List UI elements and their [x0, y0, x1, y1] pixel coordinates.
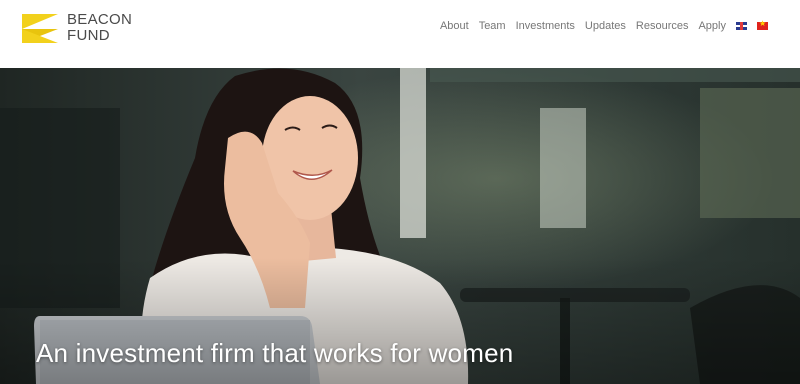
hero-banner: An investment firm that works for women	[0, 68, 800, 384]
nav-resources[interactable]: Resources	[636, 20, 689, 32]
beacon-logo-icon	[22, 14, 58, 43]
logo-wordmark: BEACON FUND	[67, 12, 132, 44]
nav-investments[interactable]: Investments	[516, 20, 575, 32]
main-nav: About Team Investments Updates Resources…	[430, 19, 768, 32]
nav-updates[interactable]: Updates	[585, 20, 626, 32]
beacon-fund-logo[interactable]: BEACON FUND	[20, 12, 132, 44]
site-header: BEACON FUND About Team Investments Updat…	[0, 0, 800, 68]
logo-line-1: BEACON	[67, 11, 133, 28]
vietnam-flag-icon[interactable]	[757, 19, 768, 30]
hero-photo	[0, 68, 800, 384]
hero-headline: An investment firm that works for women	[36, 338, 514, 368]
nav-apply[interactable]: Apply	[698, 20, 726, 32]
logo-line-2: FUND	[67, 27, 110, 44]
nav-about[interactable]: About	[440, 20, 469, 32]
nav-team[interactable]: Team	[479, 20, 506, 32]
uk-flag-icon[interactable]	[736, 22, 747, 30]
